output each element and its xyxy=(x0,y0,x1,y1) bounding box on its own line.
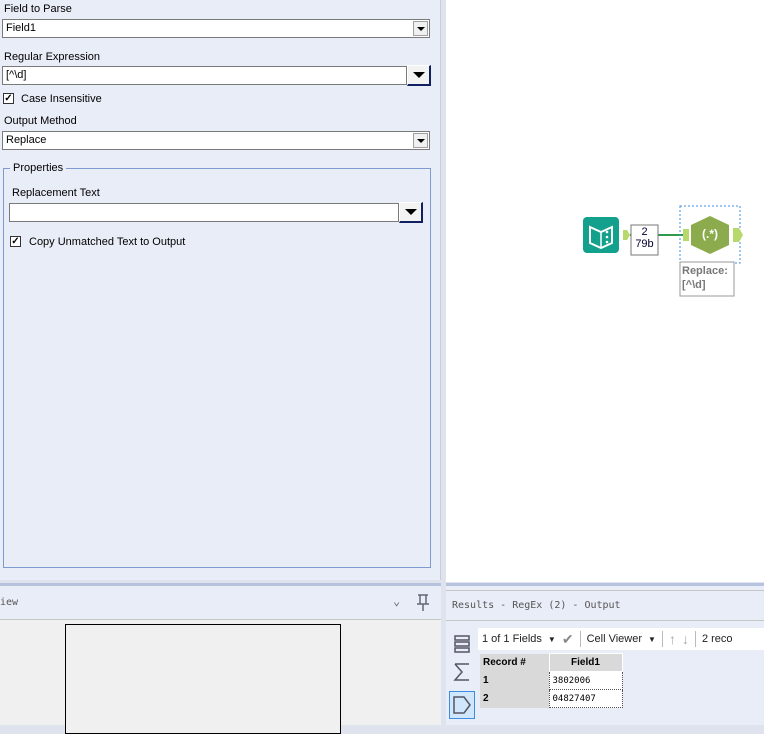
cell-value[interactable]: 04827407 xyxy=(548,689,623,708)
column-header-record[interactable]: Record # xyxy=(480,653,549,672)
configuration-panel: Field to Parse Field1 Regular Expression… xyxy=(0,0,441,580)
viewer-selector[interactable]: Cell Viewer xyxy=(587,633,642,645)
chevron-down-icon[interactable] xyxy=(413,133,428,148)
results-toolbar: 1 of 1 Fields ▼ ✔ Cell Viewer ▼ ↑ ↓ 2 reco xyxy=(478,628,764,650)
replacement-text-label: Replacement Text xyxy=(12,187,100,199)
results-table: Record # Field1 1 3802006 2 04827407 xyxy=(480,653,623,708)
regex-output-anchor[interactable] xyxy=(733,228,743,242)
results-title: Results - RegEx (2) - Output xyxy=(446,590,764,621)
replacement-menu-button[interactable] xyxy=(399,202,423,223)
fields-selector[interactable]: 1 of 1 Fields xyxy=(482,633,542,645)
workflow-canvas[interactable]: 2 79b (.*) Replace: [^\d] xyxy=(446,0,764,582)
field-to-parse-label: Field to Parse xyxy=(4,3,72,15)
table-row[interactable]: 2 04827407 xyxy=(480,689,623,708)
input-tool[interactable] xyxy=(583,217,619,253)
chevron-down-icon xyxy=(404,209,417,215)
arrow-down-icon[interactable]: ↓ xyxy=(682,631,689,647)
chevron-down-icon[interactable]: ⌄ xyxy=(393,594,400,608)
properties-title: Properties xyxy=(10,162,67,174)
case-insensitive-label: Case Insensitive xyxy=(21,93,102,105)
arrow-up-icon[interactable]: ↑ xyxy=(669,631,676,647)
table-view-icon[interactable] xyxy=(452,633,472,655)
regex-menu-button[interactable] xyxy=(407,65,431,86)
field-to-parse-dropdown[interactable]: Field1 xyxy=(2,19,430,38)
output-method-dropdown[interactable]: Replace xyxy=(2,131,430,150)
regex-label: Regular Expression xyxy=(4,51,100,63)
input-anchor[interactable] xyxy=(683,229,689,241)
chevron-down-icon[interactable]: ▼ xyxy=(648,635,656,644)
regex-input[interactable]: [^\d] xyxy=(2,66,407,85)
output-method-value: Replace xyxy=(6,134,47,146)
case-insensitive-checkbox[interactable]: ✓ xyxy=(3,93,14,104)
overview-viewport[interactable] xyxy=(65,624,341,734)
copy-unmatched-checkbox[interactable]: ✓ xyxy=(10,236,21,247)
connection-size: 79b xyxy=(635,238,654,250)
overview-panel: iew ⌄ xyxy=(0,583,441,734)
overview-title: iew xyxy=(0,597,19,608)
chevron-down-icon[interactable]: ▼ xyxy=(548,635,556,644)
tag-icon xyxy=(453,696,471,714)
regex-tool-glyph: (.*) xyxy=(702,227,718,241)
properties-group xyxy=(3,168,431,568)
connection-record-count: 2 xyxy=(641,226,648,238)
copy-unmatched-label: Copy Unmatched Text to Output xyxy=(29,236,186,248)
output-method-label: Output Method xyxy=(4,115,77,127)
metadata-icon[interactable] xyxy=(452,661,472,683)
chevron-down-icon[interactable] xyxy=(413,21,428,36)
output-anchor[interactable] xyxy=(623,230,630,240)
replacement-text-input[interactable] xyxy=(9,203,399,222)
column-header-field1[interactable]: Field1 xyxy=(548,653,623,672)
record-count: 2 reco xyxy=(701,633,733,645)
pin-icon[interactable] xyxy=(416,594,430,612)
chevron-down-icon xyxy=(412,72,425,78)
annotation-line1: Replace: xyxy=(682,265,728,277)
table-row[interactable]: 1 3802006 xyxy=(480,671,623,690)
annotation-line2: [^\d] xyxy=(682,279,706,291)
checkmark-icon[interactable]: ✔ xyxy=(562,631,574,648)
data-view-button[interactable] xyxy=(449,691,475,719)
results-panel: Results - RegEx (2) - Output 1 of 1 Fiel… xyxy=(446,583,764,725)
record-number: 2 xyxy=(480,689,549,708)
field-to-parse-value: Field1 xyxy=(6,22,36,34)
cell-value[interactable]: 3802006 xyxy=(548,671,623,690)
overview-header: iew ⌄ xyxy=(0,586,441,620)
record-number: 1 xyxy=(480,671,549,690)
